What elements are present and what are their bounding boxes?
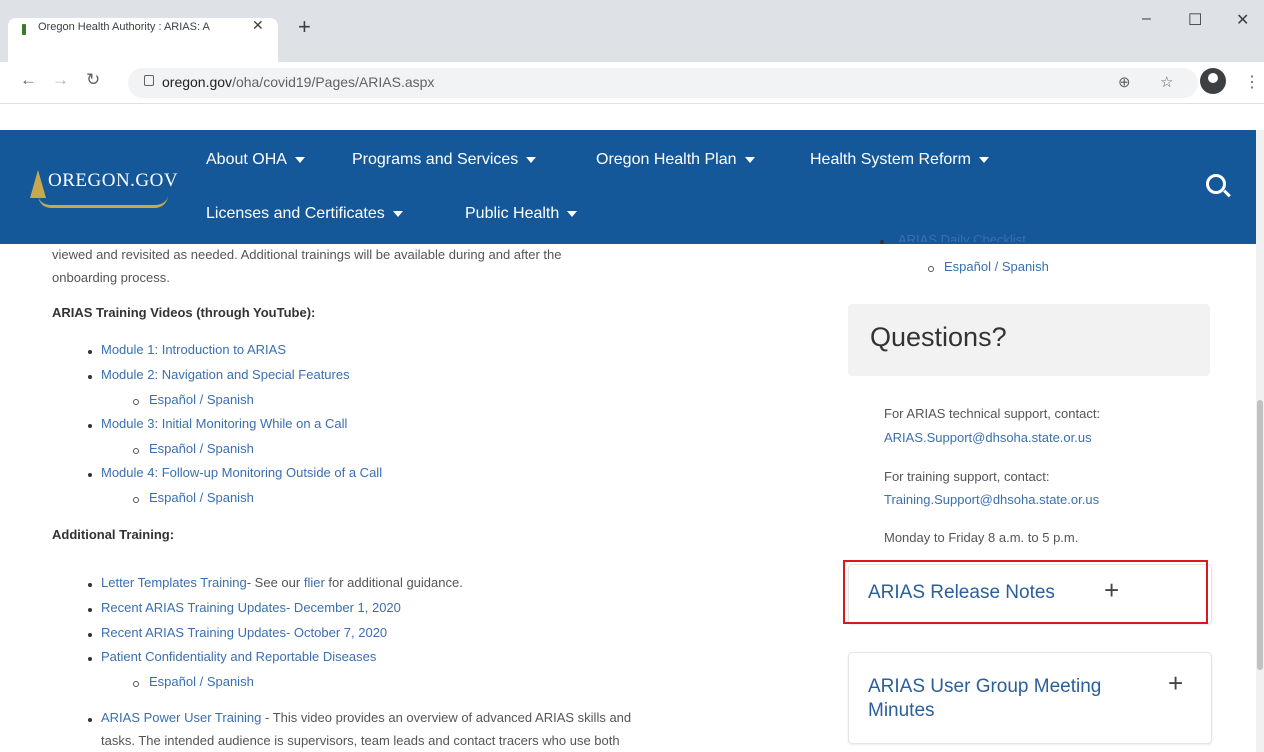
power-user-link[interactable]: ARIAS Power User Training bbox=[101, 710, 261, 725]
bullet bbox=[88, 375, 92, 379]
support-hours: Monday to Friday 8 a.m. to 5 p.m. bbox=[884, 530, 1079, 545]
additional-training-heading: Additional Training: bbox=[52, 527, 175, 542]
flier-link[interactable]: flier bbox=[304, 575, 325, 590]
nav-label: Licenses and Certificates bbox=[206, 205, 385, 222]
menu-dots-icon[interactable]: ⋮ bbox=[1244, 72, 1260, 92]
confidentiality-spanish-link[interactable]: Español / Spanish bbox=[149, 674, 254, 689]
bookmark-star-icon[interactable]: ☆ bbox=[1160, 73, 1173, 91]
training-support-email-link[interactable]: Training.Support@dhsoha.state.or.us bbox=[884, 492, 1099, 507]
sub-bullet bbox=[133, 497, 139, 503]
nav-label: Oregon Health Plan bbox=[596, 151, 737, 168]
back-arrow-icon[interactable]: ← bbox=[20, 70, 37, 90]
nav-licenses-certificates[interactable]: Licenses and Certificates bbox=[206, 205, 403, 223]
nav-label: Programs and Services bbox=[352, 151, 519, 168]
oregon-tree-icon bbox=[30, 170, 46, 198]
new-tab-button[interactable]: + bbox=[298, 14, 311, 40]
chevron-down-icon bbox=[744, 156, 755, 163]
reload-icon[interactable]: ↻ bbox=[86, 70, 100, 90]
power-user-item: ARIAS Power User Training - This video p… bbox=[101, 710, 631, 725]
chevron-down-icon bbox=[294, 156, 305, 163]
nav-label: About OHA bbox=[206, 151, 287, 168]
bullet bbox=[88, 718, 92, 722]
bullet bbox=[88, 583, 92, 587]
bullet bbox=[88, 424, 92, 428]
questions-heading: Questions? bbox=[870, 322, 1007, 352]
tech-support-text: For ARIAS technical support, contact: bbox=[884, 406, 1101, 421]
nav-health-system-reform[interactable]: Health System Reform bbox=[810, 151, 989, 169]
chevron-down-icon bbox=[567, 210, 578, 217]
module-2-link[interactable]: Module 2: Navigation and Special Feature… bbox=[101, 367, 350, 382]
letter-templates-item: Letter Templates Training- See our flier… bbox=[101, 575, 463, 590]
tab-title[interactable]: Oregon Health Authority : ARIAS: A bbox=[38, 21, 248, 33]
videos-heading: ARIAS Training Videos (through YouTube): bbox=[52, 305, 316, 320]
search-icon[interactable] bbox=[1206, 174, 1226, 194]
module-2-spanish-link[interactable]: Español / Spanish bbox=[149, 392, 254, 407]
divider bbox=[0, 103, 1264, 104]
training-support-text: For training support, contact: bbox=[884, 469, 1050, 484]
intro-text-line1: viewed and revisited as needed. Addition… bbox=[52, 247, 562, 262]
daily-checklist-link[interactable]: ARIAS Daily Checklist bbox=[898, 232, 1026, 242]
confidentiality-link[interactable]: Patient Confidentiality and Reportable D… bbox=[101, 649, 376, 664]
module-4-link[interactable]: Module 4: Follow-up Monitoring Outside o… bbox=[101, 465, 382, 480]
daily-checklist-spanish-link[interactable]: Español / Spanish bbox=[944, 259, 1049, 274]
bullet bbox=[88, 633, 92, 637]
url-text[interactable]: oregon.gov/oha/covid19/Pages/ARIAS.aspx bbox=[162, 74, 434, 90]
highlight-box bbox=[843, 560, 1208, 624]
chevron-down-icon bbox=[392, 210, 403, 217]
zoom-icon[interactable]: ⊕ bbox=[1118, 73, 1131, 91]
updates-december-link[interactable]: Recent ARIAS Training Updates- December … bbox=[101, 600, 401, 615]
nav-about-oha[interactable]: About OHA bbox=[206, 151, 305, 169]
chevron-down-icon bbox=[526, 156, 537, 163]
maximize-button[interactable]: ☐ bbox=[1188, 10, 1202, 30]
bullet bbox=[880, 240, 884, 244]
lock-icon[interactable] bbox=[144, 75, 154, 86]
updates-october-link[interactable]: Recent ARIAS Training Updates- October 7… bbox=[101, 625, 387, 640]
letter-templates-link[interactable]: Letter Templates Training bbox=[101, 575, 247, 590]
letter-templates-text-end: for additional guidance. bbox=[324, 575, 463, 590]
sub-bullet bbox=[133, 399, 139, 405]
oregon-gov-logo[interactable]: OREGON.GOV bbox=[48, 170, 178, 192]
bullet bbox=[88, 608, 92, 612]
scrollbar-thumb[interactable] bbox=[1257, 400, 1263, 670]
user-group-title[interactable]: ARIAS User Group Meeting Minutes bbox=[868, 675, 1158, 723]
chevron-down-icon bbox=[978, 156, 989, 163]
power-user-text-2: tasks. The intended audience is supervis… bbox=[101, 733, 620, 748]
account-icon[interactable] bbox=[1200, 68, 1226, 94]
nav-label: Health System Reform bbox=[810, 151, 971, 168]
favicon-icon bbox=[22, 24, 26, 35]
nav-oregon-health-plan[interactable]: Oregon Health Plan bbox=[596, 151, 755, 169]
tech-support-email-link[interactable]: ARIAS.Support@dhsoha.state.or.us bbox=[884, 430, 1092, 445]
close-window-button[interactable]: ✕ bbox=[1236, 10, 1249, 30]
bullet bbox=[88, 350, 92, 354]
module-3-link[interactable]: Module 3: Initial Monitoring While on a … bbox=[101, 416, 347, 431]
logo-swoosh bbox=[38, 195, 168, 208]
intro-text-line2: onboarding process. bbox=[52, 270, 170, 285]
letter-templates-text: - See our bbox=[246, 575, 304, 590]
module-1-link[interactable]: Module 1: Introduction to ARIAS bbox=[101, 342, 286, 357]
nav-public-health[interactable]: Public Health bbox=[465, 205, 578, 223]
sub-bullet bbox=[928, 266, 934, 272]
site-header bbox=[0, 130, 1256, 244]
sub-bullet bbox=[133, 681, 139, 687]
close-tab-icon[interactable]: ✕ bbox=[252, 17, 264, 34]
power-user-text: - This video provides an overview of adv… bbox=[261, 710, 632, 725]
nav-programs-services[interactable]: Programs and Services bbox=[352, 151, 537, 169]
minimize-button[interactable]: – bbox=[1142, 10, 1151, 28]
expand-plus-icon[interactable]: + bbox=[1168, 668, 1183, 699]
bullet bbox=[88, 657, 92, 661]
module-3-spanish-link[interactable]: Español / Spanish bbox=[149, 441, 254, 456]
sub-bullet bbox=[133, 448, 139, 454]
nav-label: Public Health bbox=[465, 205, 560, 222]
module-4-spanish-link[interactable]: Español / Spanish bbox=[149, 490, 254, 505]
bullet bbox=[88, 473, 92, 477]
forward-arrow-icon[interactable]: → bbox=[52, 70, 69, 90]
